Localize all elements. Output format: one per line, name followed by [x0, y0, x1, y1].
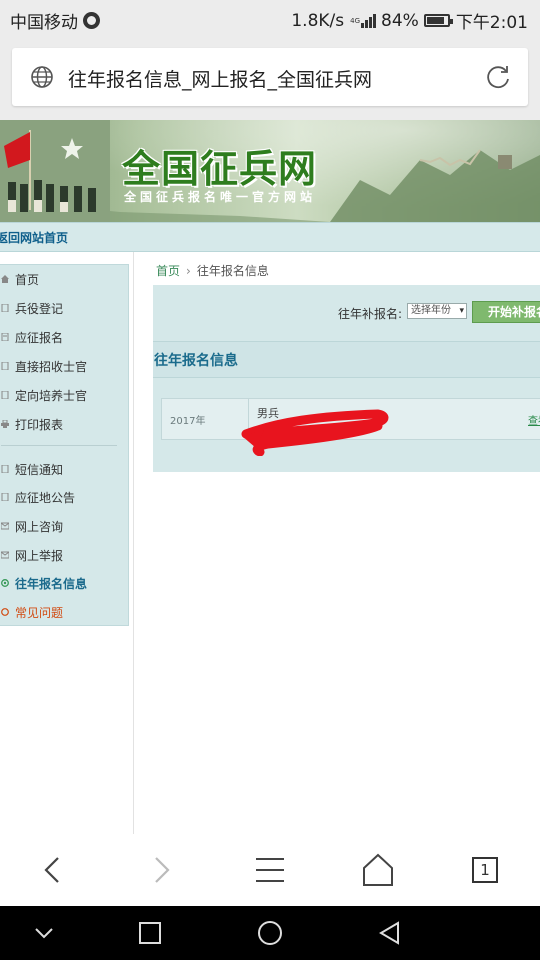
battery-percent: 84%	[381, 10, 419, 31]
network-speed: 1.8K/s	[291, 10, 345, 31]
sidebar-item-label: 应征地公告	[15, 490, 76, 505]
carrier-name: 中国移动	[10, 13, 78, 33]
network-type: 4G	[350, 16, 361, 25]
q-notification-icon	[83, 12, 100, 29]
sidebar-item-direct-recruit[interactable]: 直接招收士官	[1, 356, 87, 376]
sidebar-item-label: 首页	[15, 272, 40, 287]
breadcrumb: 首页 › 往年报名信息	[156, 262, 269, 279]
consult-icon	[1, 522, 9, 530]
return-bar: 返回网站首页	[0, 222, 540, 252]
menu-icon[interactable]	[252, 852, 288, 888]
site-title: 全国征兵网	[122, 147, 318, 191]
breadcrumb-home[interactable]: 首页	[156, 264, 180, 278]
year-select[interactable]: 选择年份 ▾	[407, 303, 467, 319]
sidebar-item-print[interactable]: 打印报表	[1, 414, 63, 434]
view-record-link[interactable]: 查看	[528, 412, 540, 427]
site-banner: 全国征兵网 全国征兵报名唯一官方网站	[0, 120, 540, 222]
back-icon[interactable]	[34, 852, 70, 888]
sidebar-item-label: 短信通知	[15, 462, 64, 477]
sidebar-item-label: 网上举报	[15, 548, 64, 563]
back-button-icon[interactable]	[376, 919, 404, 947]
sidebar-item-enlist[interactable]: 应征报名	[1, 327, 63, 347]
clock: 下午2:01	[455, 13, 528, 33]
sidebar-item-label: 常见问题	[15, 605, 64, 620]
return-home-link[interactable]: 返回网站首页	[0, 229, 68, 246]
sidebar-item-home[interactable]: 首页	[1, 269, 39, 289]
history-icon	[1, 579, 9, 587]
hide-nav-icon[interactable]	[30, 919, 58, 947]
sidebar-divider	[1, 445, 117, 446]
browser-address-bar: 往年报名信息_网上报名_全国征兵网	[0, 36, 540, 120]
sidebar-item-directed-training[interactable]: 定向培养士官	[1, 385, 87, 405]
sidebar-item-label: 网上咨询	[15, 519, 64, 534]
battery-icon	[423, 14, 453, 27]
globe-icon	[31, 66, 53, 88]
sms-icon	[1, 465, 9, 473]
red-scribble-redaction	[241, 409, 389, 456]
chevron-right-icon: ›	[186, 264, 191, 278]
record-year: 2017年	[170, 416, 206, 427]
sidebar-item-military-registration[interactable]: 兵役登记	[1, 298, 63, 318]
sidebar-item-label: 兵役登记	[15, 301, 64, 316]
sidebar-item-history[interactable]: 往年报名信息	[1, 573, 87, 593]
sidebar-item-label: 往年报名信息	[15, 576, 88, 591]
recruit-icon	[1, 362, 9, 370]
enlist-icon	[1, 333, 9, 341]
register-icon	[1, 304, 9, 312]
home-icon	[1, 275, 9, 283]
home-button-icon[interactable]	[256, 919, 284, 947]
section-header: 往年报名信息	[153, 341, 540, 378]
sidebar-item-label: 打印报表	[15, 417, 64, 432]
section-title: 往年报名信息	[154, 353, 238, 369]
url-box[interactable]: 往年报名信息_网上报名_全国征兵网	[12, 48, 528, 106]
notice-icon	[1, 493, 9, 501]
sidebar-nav: 首页 兵役登记 应征报名 直接招收士官 定向培养士官 打印报表 短信通知 应征地…	[0, 264, 129, 626]
tabs-button[interactable]: 1	[472, 857, 498, 883]
chevron-down-icon: ▾	[459, 306, 464, 316]
sidebar-item-label: 直接招收士官	[15, 359, 88, 374]
year-select-value: 选择年份	[411, 305, 451, 316]
print-icon	[1, 420, 9, 428]
home-icon[interactable]	[360, 852, 396, 888]
sidebar-item-sms[interactable]: 短信通知	[1, 459, 63, 479]
start-supplement-button[interactable]: 开始补报名	[472, 301, 540, 323]
page-title[interactable]: 往年报名信息_网上报名_全国征兵网	[68, 65, 372, 92]
sidebar-item-label: 定向培养士官	[15, 388, 88, 403]
report-icon	[1, 551, 9, 559]
status-bar: 中国移动 1.8K/s 4G 84% 下午2:01	[0, 0, 540, 36]
faq-icon	[1, 608, 9, 616]
browser-toolbar	[0, 834, 540, 906]
sidebar-item-consult[interactable]: 网上咨询	[1, 516, 63, 536]
sidebar-item-label: 应征报名	[15, 330, 64, 345]
system-nav-bar	[0, 906, 540, 960]
signal-icon	[361, 13, 377, 28]
breadcrumb-current: 往年报名信息	[196, 264, 269, 278]
reload-icon[interactable]	[484, 63, 512, 91]
sidebar-item-faq[interactable]: 常见问题	[1, 602, 63, 622]
training-icon	[1, 391, 9, 399]
sidebar-item-announcement[interactable]: 应征地公告	[1, 487, 75, 507]
content-divider	[133, 252, 134, 834]
forward-icon[interactable]	[144, 852, 180, 888]
site-subtitle: 全国征兵报名唯一官方网站	[124, 190, 317, 204]
supplement-label: 往年补报名:	[338, 307, 403, 321]
sidebar-item-report[interactable]: 网上举报	[1, 545, 63, 565]
recent-apps-icon[interactable]	[136, 919, 164, 947]
honor-guard-image	[0, 120, 110, 222]
